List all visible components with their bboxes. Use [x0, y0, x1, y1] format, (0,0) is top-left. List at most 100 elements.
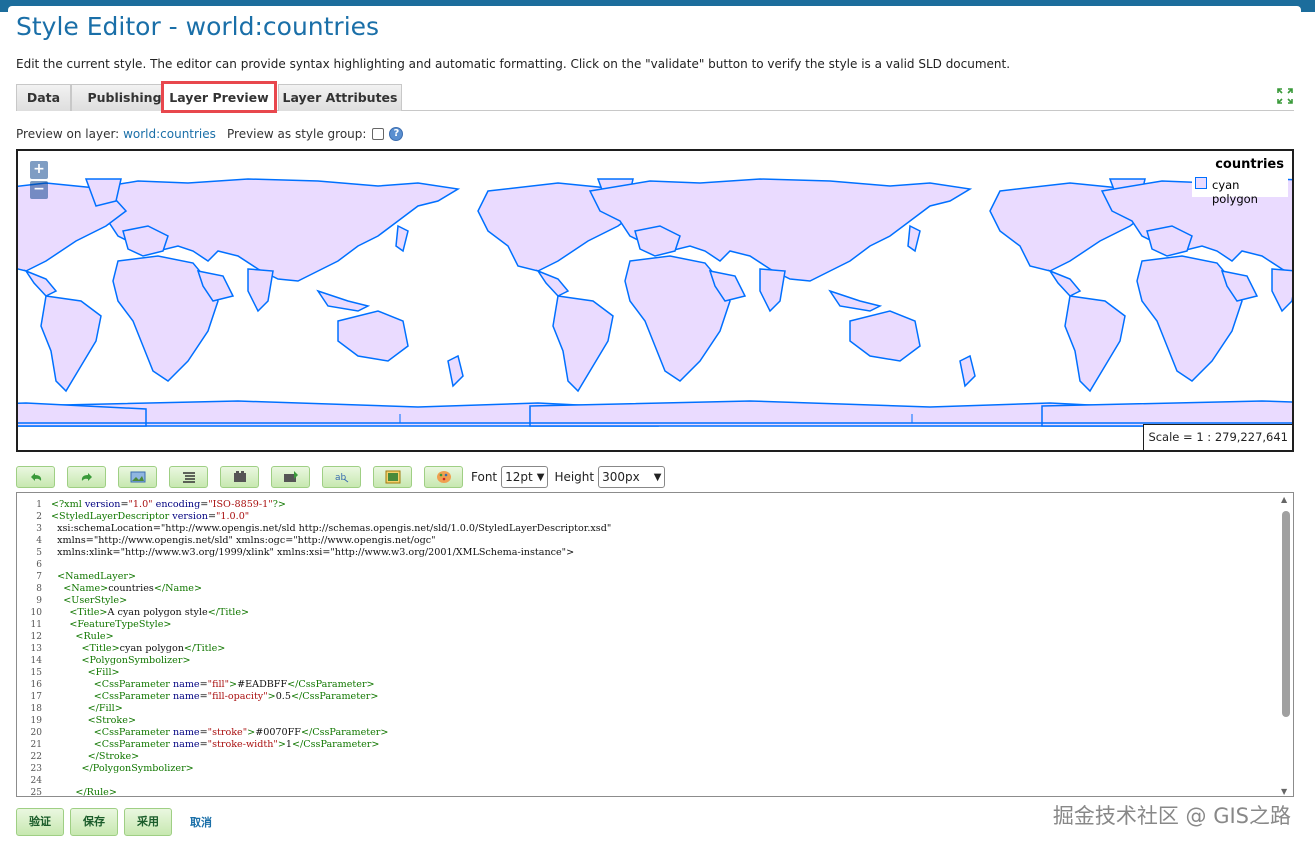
- code-text[interactable]: xsi:schemaLocation="http://www.opengis.n…: [51, 523, 611, 535]
- code-text[interactable]: <Fill>: [51, 667, 120, 679]
- preview-group-checkbox[interactable]: [372, 128, 385, 140]
- preview-group-label: Preview as style group:: [227, 127, 367, 141]
- line-number: 15: [30, 668, 42, 678]
- code-text[interactable]: xmlns:xlink="http://www.w3.org/1999/xlin…: [51, 547, 574, 559]
- map-scale: Scale = 1 : 279,227,641: [1143, 424, 1292, 450]
- help-icon[interactable]: ?: [389, 127, 404, 141]
- preview-group-row: Preview as style group: ?: [227, 127, 404, 141]
- line-number: 18: [30, 704, 42, 714]
- code-text[interactable]: <PolygonSymbolizer>: [51, 655, 191, 667]
- fullscreen-icon[interactable]: [1276, 87, 1294, 105]
- code-text[interactable]: <StyledLayerDescriptor version="1.0.0": [51, 511, 249, 523]
- line-number: 10: [30, 608, 42, 618]
- line-number: 17: [30, 692, 42, 702]
- undo-button[interactable]: [16, 466, 55, 488]
- world-map: [18, 178, 1292, 427]
- height-value: 300px: [602, 470, 640, 484]
- cancel-link[interactable]: 取消: [190, 814, 212, 830]
- zoom-out-button[interactable]: −: [30, 181, 48, 199]
- insert-image-button[interactable]: [118, 466, 157, 488]
- line-number: 9: [36, 596, 42, 606]
- preview-layer-row: Preview on layer: world:countries: [16, 127, 216, 141]
- code-text[interactable]: <CssParameter name="fill">#EADBFF</CssPa…: [51, 679, 375, 691]
- code-text[interactable]: <Title>cyan polygon</Title>: [51, 643, 226, 655]
- editor-toolbar: ab Font 12pt ▼ Height 300px ▼: [16, 465, 671, 489]
- palette-button[interactable]: [424, 466, 463, 488]
- code-text[interactable]: </Rule>: [51, 787, 116, 796]
- chart-button[interactable]: [373, 466, 412, 488]
- reformat-icon: [182, 472, 195, 483]
- code-text[interactable]: <Title>A cyan polygon style</Title>: [51, 607, 249, 619]
- validate-button[interactable]: 验证: [16, 808, 64, 836]
- apply-button[interactable]: 采用: [124, 808, 172, 836]
- height-label: Height: [554, 470, 595, 484]
- legend-title: countries: [1215, 157, 1284, 172]
- tab-layer-preview[interactable]: Layer Preview: [161, 81, 277, 113]
- line-number: 8: [36, 584, 42, 594]
- chevron-down-icon: ▼: [536, 471, 545, 483]
- chevron-down-icon: ▼: [653, 471, 662, 483]
- line-number: 1: [36, 500, 42, 510]
- line-number: 23: [30, 764, 42, 774]
- line-number: 25: [30, 788, 42, 797]
- zoom-in-button[interactable]: +: [30, 161, 48, 179]
- line-number: 12: [30, 632, 42, 642]
- scroll-thumb[interactable]: [1282, 511, 1290, 717]
- replace-icon: ab: [335, 473, 348, 483]
- line-number: 3: [36, 524, 42, 534]
- code-text[interactable]: <Rule>: [51, 631, 113, 643]
- replace-button[interactable]: ab: [322, 466, 361, 488]
- line-number: 7: [36, 572, 42, 582]
- scroll-down-icon[interactable]: ▼: [1281, 787, 1287, 796]
- line-number: 24: [30, 776, 42, 786]
- code-text[interactable]: xmlns="http://www.opengis.net/sld" xmlns…: [51, 535, 435, 547]
- line-number: 11: [30, 620, 42, 630]
- code-text[interactable]: <Name>countries</Name>: [51, 583, 202, 595]
- line-number: 21: [30, 740, 42, 750]
- line-number: 20: [30, 728, 42, 738]
- tab-bar: Data Publishing Layer Preview Layer Attr…: [16, 81, 1294, 113]
- sld-code-editor[interactable]: 1 <?xml version="1.0" encoding="ISO-8859-…: [16, 492, 1294, 797]
- svg-text:ab: ab: [335, 473, 347, 483]
- font-size-value: 12pt: [505, 470, 533, 484]
- legend-label: cyan polygon: [1212, 178, 1258, 206]
- map-legend: countries cyan polygon: [1192, 153, 1288, 206]
- code-text[interactable]: <CssParameter name="stroke-width">1</Css…: [51, 739, 380, 751]
- tab-data[interactable]: Data: [16, 84, 71, 111]
- color-picker-button[interactable]: [220, 466, 259, 488]
- undo-icon: [30, 473, 41, 481]
- palette-icon: [436, 471, 451, 483]
- watermark: 掘金技术社区 @ GIS之路: [1052, 804, 1291, 828]
- height-select[interactable]: 300px ▼: [598, 466, 666, 488]
- save-button[interactable]: 保存: [70, 808, 118, 836]
- code-text[interactable]: <Stroke>: [51, 715, 136, 727]
- line-number: 6: [36, 560, 42, 570]
- code-text[interactable]: </Stroke>: [51, 751, 140, 763]
- redo-icon: [81, 473, 92, 481]
- code-text[interactable]: <CssParameter name="stroke">#0070FF</Css…: [51, 727, 389, 739]
- code-text[interactable]: </Fill>: [51, 703, 123, 715]
- editor-scrollbar[interactable]: ▲ ▼: [1279, 493, 1293, 796]
- code-text[interactable]: <?xml version="1.0" encoding="ISO-8859-1…: [51, 499, 286, 511]
- tab-layer-attributes[interactable]: Layer Attributes: [278, 84, 402, 111]
- font-size-select[interactable]: 12pt ▼: [501, 466, 549, 488]
- insert-image-icon: [130, 471, 145, 483]
- scroll-up-icon[interactable]: ▲: [1281, 495, 1287, 504]
- preview-layer-label: Preview on layer:: [16, 127, 120, 141]
- preview-layer-link[interactable]: world:countries: [123, 127, 216, 141]
- reformat-button[interactable]: [169, 466, 208, 488]
- code-text[interactable]: <CssParameter name="fill-opacity">0.5</C…: [51, 691, 379, 703]
- action-buttons: 验证 保存 采用 取消: [16, 808, 212, 836]
- chart-icon: [385, 470, 400, 484]
- page-title: Style Editor - world:countries: [16, 12, 380, 41]
- code-text[interactable]: </PolygonSymbolizer>: [51, 763, 194, 775]
- code-text[interactable]: <UserStyle>: [51, 595, 127, 607]
- redo-button[interactable]: [67, 466, 106, 488]
- map-preview[interactable]: + − countries cyan polygon Scale = 1 : 2…: [16, 149, 1294, 452]
- line-number: 5: [36, 548, 42, 558]
- code-text[interactable]: <NamedLayer>: [51, 571, 136, 583]
- code-text[interactable]: <FeatureTypeStyle>: [51, 619, 171, 631]
- line-number: 22: [30, 752, 42, 762]
- line-number: 14: [30, 656, 42, 666]
- find-replace-button[interactable]: [271, 466, 310, 488]
